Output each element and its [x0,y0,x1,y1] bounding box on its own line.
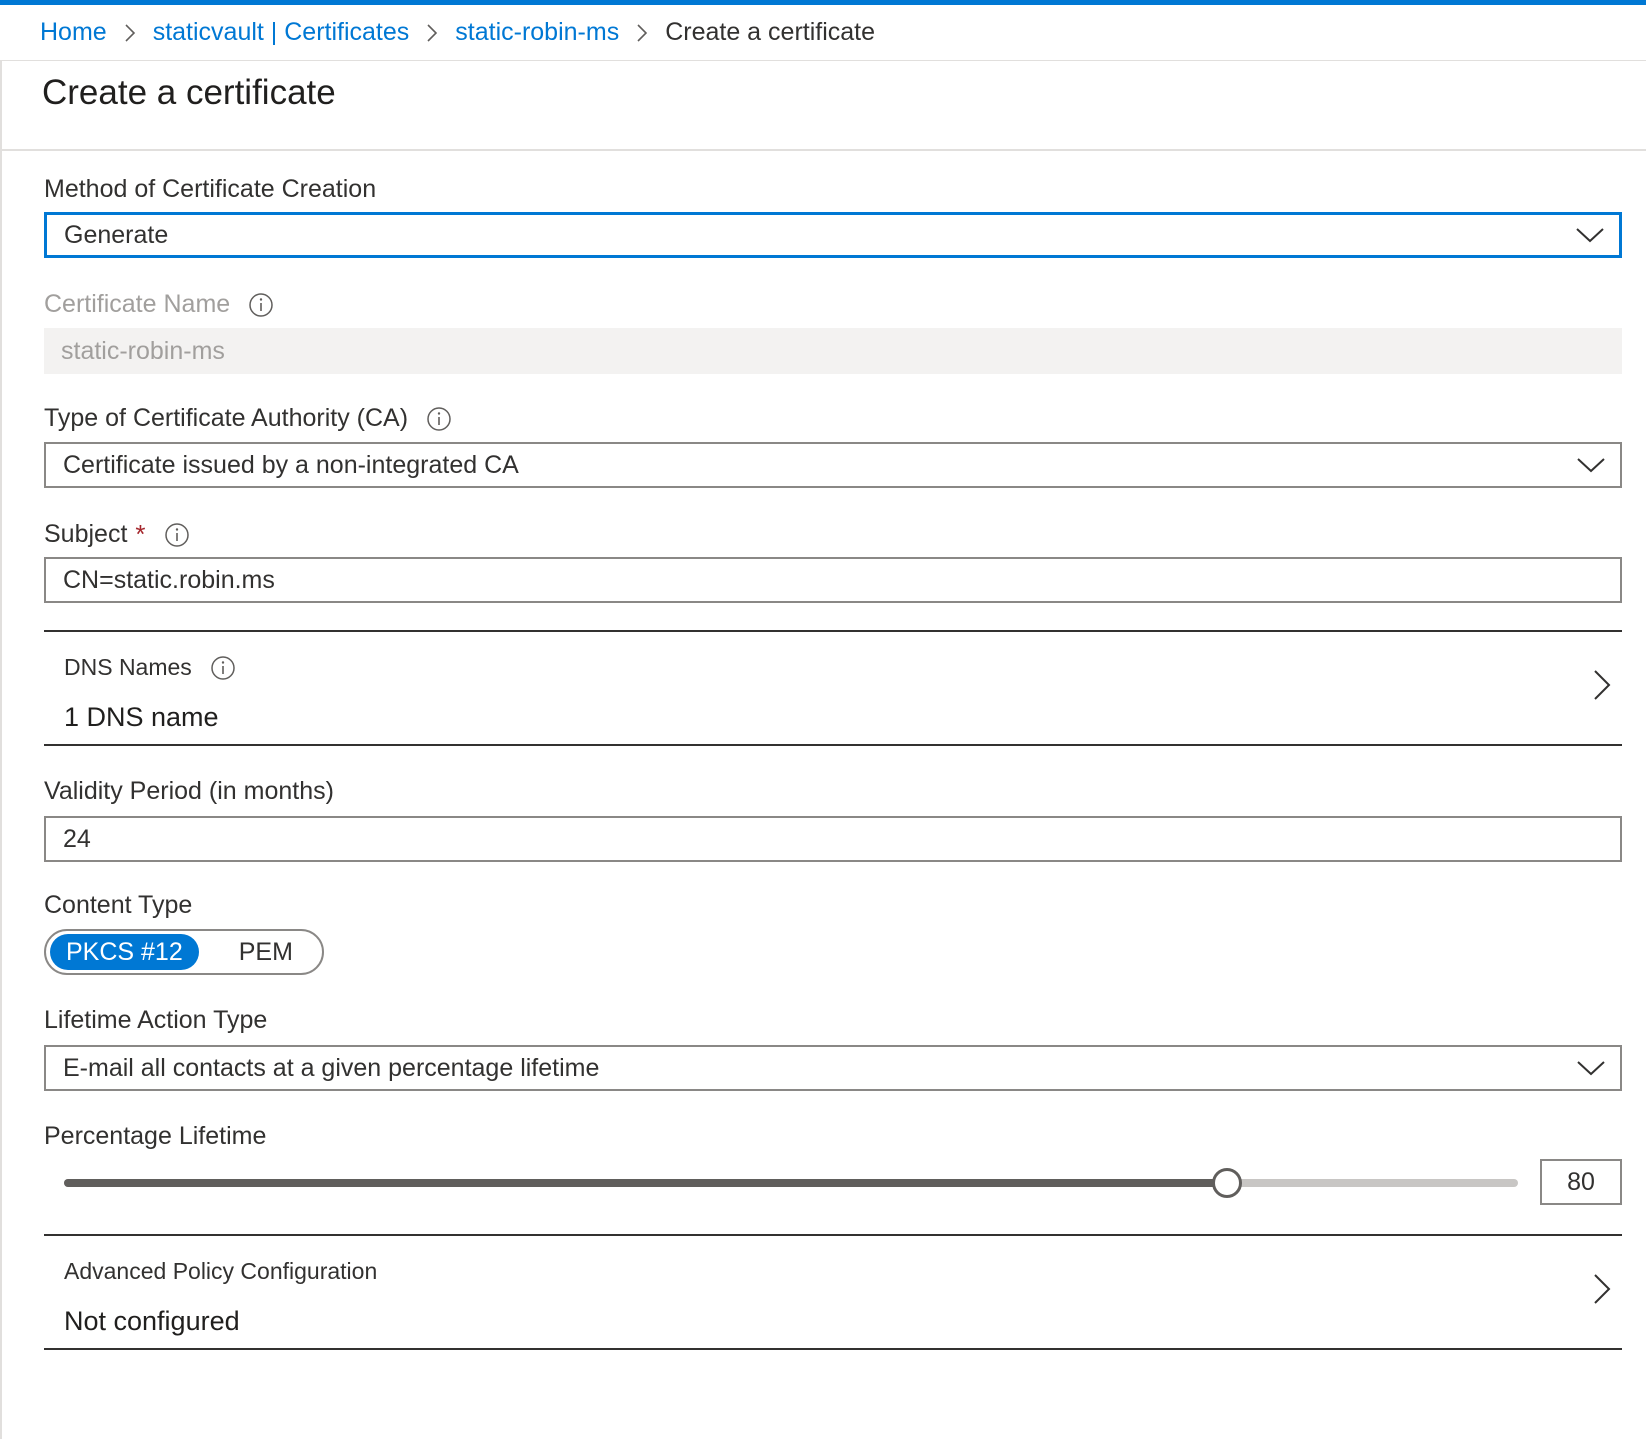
chevron-right-icon [1594,670,1611,700]
required-marker: * [135,519,146,549]
lifetime-action-label-text: Lifetime Action Type [44,1006,268,1034]
breadcrumb: Home staticvault | Certificates static-r… [0,5,1646,61]
validity-label-text: Validity Period (in months) [44,777,334,805]
info-icon[interactable] [426,406,452,432]
ca-type-dropdown[interactable]: Certificate issued by a non-integrated C… [44,442,1622,488]
breadcrumb-certificates[interactable]: staticvault | Certificates [153,18,410,47]
validity-input[interactable]: 24 [44,816,1622,862]
chevron-down-icon [1577,1061,1605,1076]
chevron-right-icon [1594,1274,1611,1304]
percentage-label-text: Percentage Lifetime [44,1122,267,1150]
percentage-label: Percentage Lifetime [44,1122,266,1151]
ca-type-label-text: Type of Certificate Authority (CA) [44,404,409,432]
subject-input[interactable]: CN=static.robin.ms [44,557,1622,603]
content-type-label: Content Type [44,891,192,920]
page-title: Create a certificate [42,73,336,112]
content-type-toggle: PKCS #12 PEM [44,929,324,975]
chevron-right-icon [409,18,455,47]
title-area: Create a certificate [2,61,1646,151]
method-label-text: Method of Certificate Creation [44,175,377,203]
info-icon[interactable] [248,292,274,318]
ca-type-value: Certificate issued by a non-integrated C… [63,450,519,479]
create-certificate-blade: Create a certificate Method of Certifica… [0,61,1646,1439]
content-type-pkcs12[interactable]: PKCS #12 [50,934,199,970]
breadcrumb-static-robin-ms[interactable]: static-robin-ms [455,18,619,47]
chevron-right-icon [107,18,153,47]
chevron-down-icon [1577,458,1605,473]
subject-label: Subject * [44,519,190,550]
dns-names-section[interactable]: DNS Names 1 DNS name [44,630,1622,746]
method-value: Generate [64,220,169,249]
info-icon[interactable] [210,655,236,681]
percentage-slider[interactable] [64,1165,1518,1201]
validity-value: 24 [63,824,91,853]
validity-label: Validity Period (in months) [44,777,334,806]
percentage-value-input[interactable]: 80 [1540,1159,1622,1205]
breadcrumb-home[interactable]: Home [40,18,107,47]
lifetime-action-dropdown[interactable]: E-mail all contacts at a given percentag… [44,1045,1622,1091]
content-type-pem[interactable]: PEM [223,934,309,970]
advanced-policy-value: Not configured [64,1306,240,1336]
cert-name-label: Certificate Name [44,290,274,319]
percentage-value: 80 [1567,1167,1595,1196]
advanced-policy-section[interactable]: Advanced Policy Configuration Not config… [44,1234,1622,1350]
dns-names-title-text: DNS Names [64,654,192,680]
slider-fill [64,1179,1228,1187]
cert-name-label-text: Certificate Name [44,290,231,318]
breadcrumb-current: Create a certificate [665,18,876,46]
chevron-down-icon [1576,228,1604,243]
chevron-right-icon [619,18,665,47]
ca-type-label: Type of Certificate Authority (CA) [44,404,452,433]
subject-label-text: Subject [44,520,128,548]
cert-name-value: static-robin-ms [61,336,225,365]
slider-thumb[interactable] [1212,1168,1243,1198]
method-label: Method of Certificate Creation [44,175,376,204]
lifetime-action-value: E-mail all contacts at a given percentag… [63,1053,600,1082]
lifetime-action-label: Lifetime Action Type [44,1006,267,1035]
cert-name-field: static-robin-ms [44,328,1622,374]
method-dropdown[interactable]: Generate [44,212,1622,258]
subject-value: CN=static.robin.ms [63,565,275,594]
advanced-policy-title: Advanced Policy Configuration [64,1258,377,1285]
info-icon[interactable] [164,522,190,548]
content-type-label-text: Content Type [44,891,193,919]
dns-names-value: 1 DNS name [64,702,219,732]
advanced-policy-title-text: Advanced Policy Configuration [64,1258,378,1284]
dns-names-title: DNS Names [64,654,236,681]
